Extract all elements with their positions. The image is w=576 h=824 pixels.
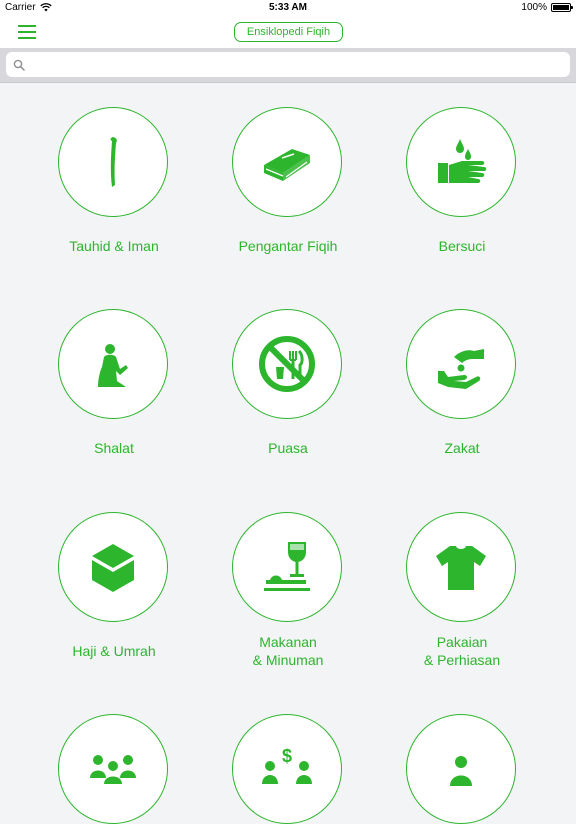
- category-label: Haji & Umrah: [72, 643, 156, 659]
- alif-icon: [110, 137, 117, 187]
- category-pengantar-fiqih[interactable]: Pengantar Fiqih: [203, 107, 373, 267]
- nav-bar: Ensiklopedi Fiqih: [0, 16, 576, 48]
- search-input[interactable]: [29, 53, 570, 76]
- category-icon-circle: [406, 714, 516, 824]
- category-label: Puasa: [268, 440, 308, 456]
- category-icon-circle: [232, 512, 342, 622]
- category-makanan-minuman[interactable]: Makanan & Minuman: [203, 512, 373, 672]
- category-label: Zakat: [444, 440, 480, 456]
- category-icon-circle: [232, 309, 342, 419]
- category-icon-circle: [232, 107, 342, 217]
- category-icon-circle: [58, 714, 168, 824]
- category-label: Makanan & Minuman: [252, 634, 324, 668]
- people-icon: [90, 755, 136, 784]
- category-label: Shalat: [94, 440, 134, 456]
- category-label: Tauhid & Iman: [69, 238, 159, 254]
- category-puasa[interactable]: Puasa: [203, 309, 373, 469]
- search-bar: [0, 48, 576, 82]
- trade-icon: $: [262, 746, 312, 784]
- category-zakat[interactable]: Zakat: [377, 309, 547, 469]
- battery-indicator: 100%: [521, 2, 573, 13]
- hamburger-menu-icon[interactable]: [18, 24, 36, 40]
- no-food-drink-icon: [259, 336, 315, 392]
- category-pakaian-perhiasan[interactable]: Pakaian & Perhiasan: [377, 512, 547, 672]
- header-divider: [0, 82, 576, 83]
- food-drink-icon: [264, 542, 310, 591]
- page-title: Ensiklopedi Fiqih: [234, 22, 343, 42]
- category-item[interactable]: $: [203, 714, 373, 824]
- status-time: 5:33 AM: [269, 2, 307, 13]
- category-icon-circle: [406, 107, 516, 217]
- status-bar: Carrier 5:33 AM 100%: [0, 0, 576, 16]
- category-icon-circle: [406, 309, 516, 419]
- person-icon: [450, 756, 472, 786]
- kaaba-icon: [92, 544, 134, 592]
- category-bersuci[interactable]: Bersuci: [377, 107, 547, 267]
- hand-water-drops-icon: [438, 139, 487, 183]
- category-tauhid-iman[interactable]: Tauhid & Iman: [29, 107, 199, 267]
- giving-hand-icon: [438, 349, 484, 389]
- category-icon-circle: [406, 512, 516, 622]
- category-item[interactable]: [29, 714, 199, 824]
- battery-icon: [551, 3, 573, 12]
- category-icon-circle: [58, 309, 168, 419]
- svg-text:$: $: [282, 746, 292, 766]
- category-label: Bersuci: [438, 238, 486, 254]
- category-icon-circle: [58, 107, 168, 217]
- category-icon-circle: [58, 512, 168, 622]
- shirt-icon: [436, 546, 486, 590]
- category-label: Pakaian & Perhiasan: [423, 634, 501, 668]
- search-icon: [13, 59, 25, 71]
- category-icon-circle: $: [232, 714, 342, 824]
- category-label: Pengantar Fiqih: [238, 238, 338, 254]
- praying-person-icon: [98, 344, 128, 387]
- category-shalat[interactable]: Shalat: [29, 309, 199, 469]
- category-item[interactable]: [377, 714, 547, 824]
- battery-percent: 100%: [521, 2, 547, 13]
- category-haji-umrah[interactable]: Haji & Umrah: [29, 512, 199, 672]
- book-icon: [264, 149, 310, 181]
- search-field[interactable]: [6, 52, 570, 77]
